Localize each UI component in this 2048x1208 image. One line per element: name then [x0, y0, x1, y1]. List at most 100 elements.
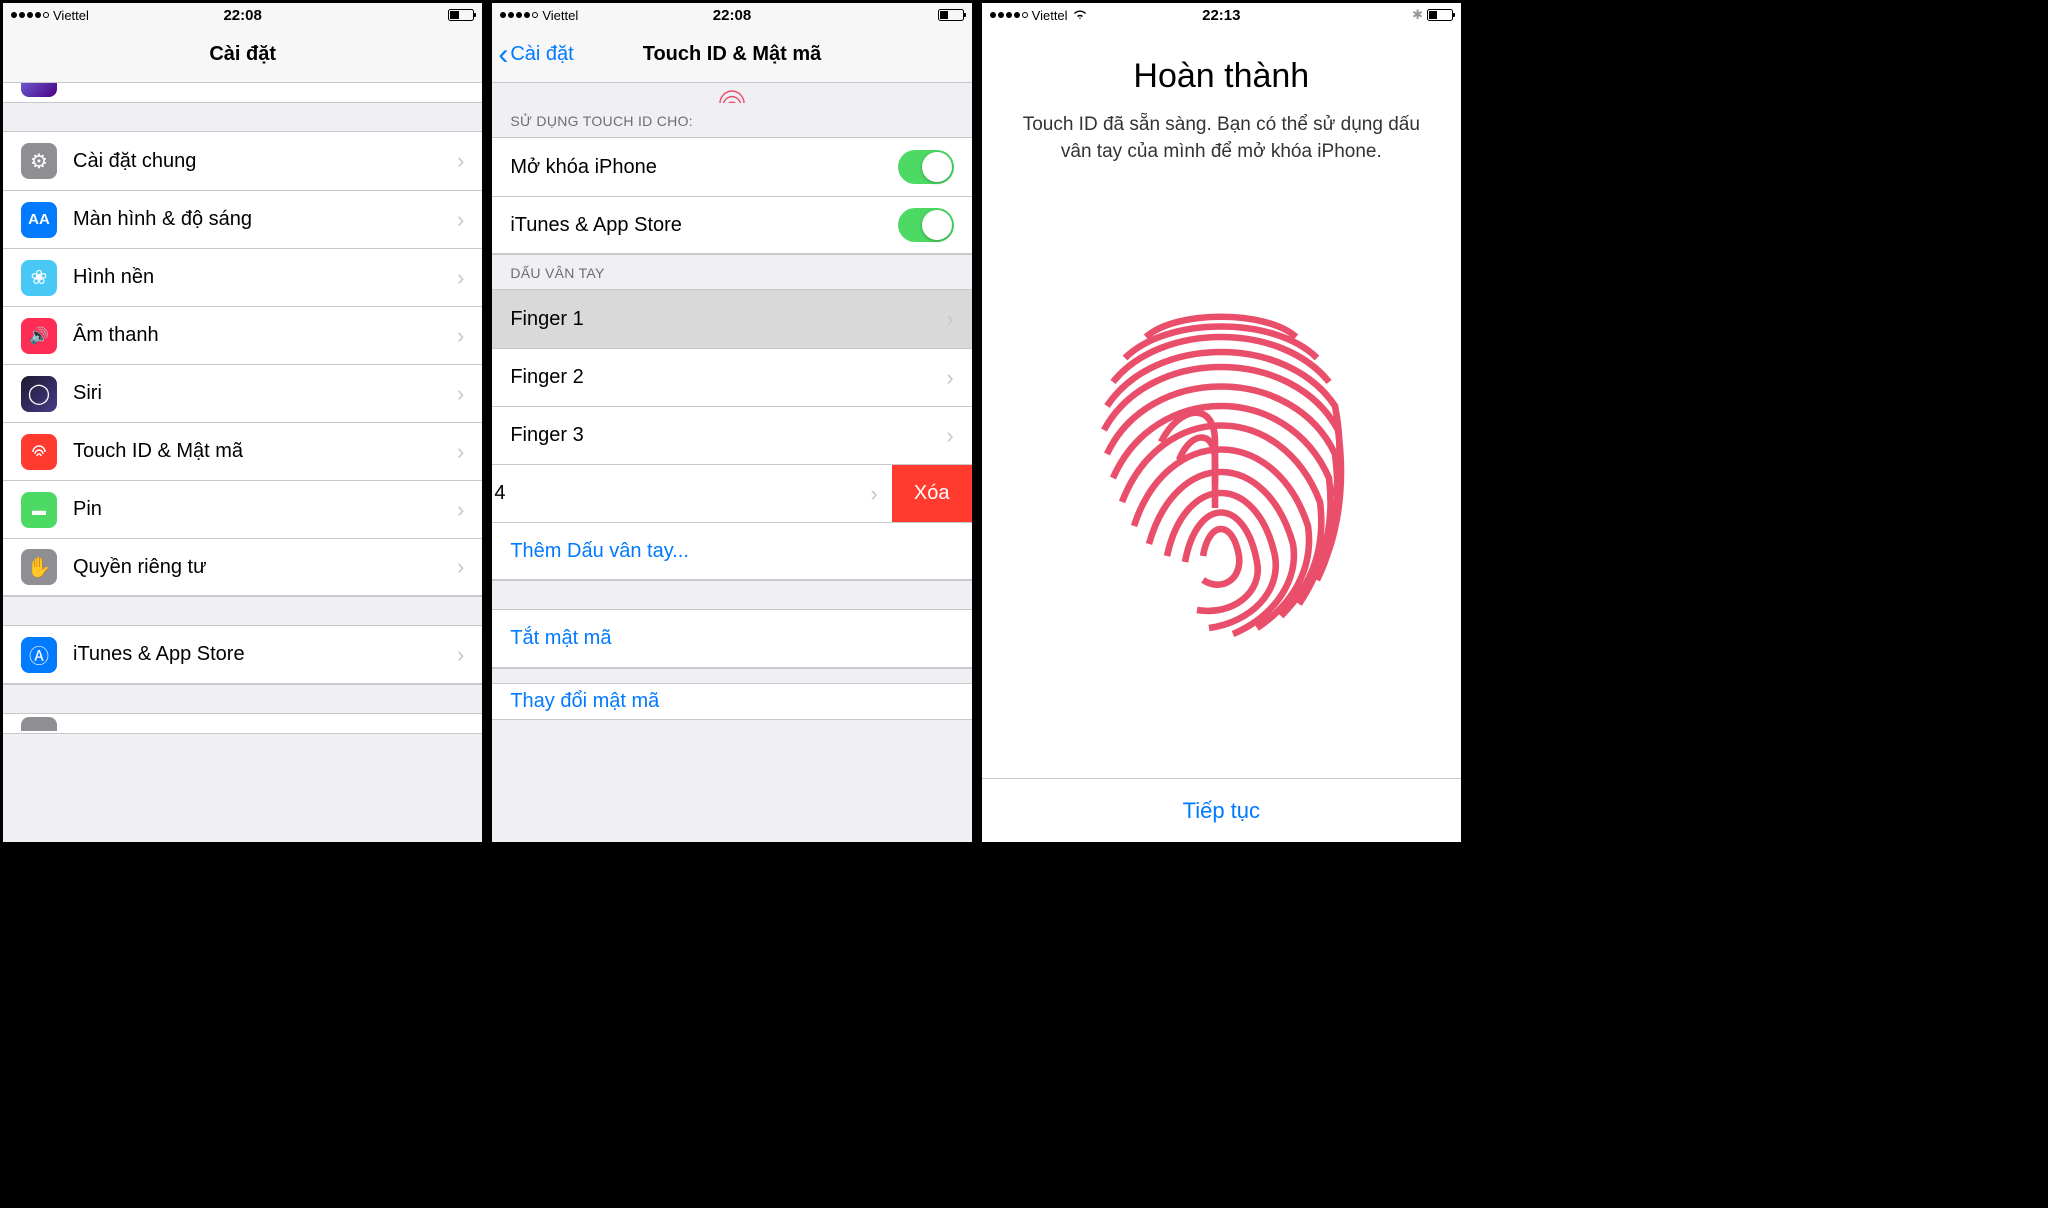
cell-label: Hình nền [73, 266, 457, 289]
cell-label: iTunes & App Store [510, 214, 897, 237]
change-passcode-button[interactable]: Thay đổi mật mã [492, 684, 971, 720]
list-item-itunes[interactable]: Ⓐ iTunes & App Store › [3, 626, 482, 684]
list-item-display[interactable]: AA Màn hình & độ sáng › [3, 190, 482, 248]
signal-icon [11, 12, 49, 18]
cell-label: Touch ID & Mật mã [73, 440, 457, 463]
signal-icon [500, 12, 538, 18]
toggle-switch[interactable] [898, 150, 954, 184]
fingerprint-icon [707, 83, 757, 103]
list-item-siri[interactable]: ◯ Siri › [3, 364, 482, 422]
add-fingerprint-button[interactable]: Thêm Dấu vân tay... [492, 522, 971, 580]
status-bar: Viettel 22:08 [3, 3, 482, 27]
gear-icon: ⚙ [21, 143, 57, 179]
battery-icon [1427, 9, 1453, 21]
list-item-truncated-bottom[interactable] [3, 714, 482, 734]
fingerprint-graphic [982, 165, 1461, 778]
delete-label: Xóa [914, 482, 950, 505]
nav-back-label: Cài đặt [510, 43, 573, 66]
battery-icon: ▬ [21, 492, 57, 528]
completion-header: Hoàn thành Touch ID đã sẵn sàng. Bạn có … [982, 27, 1461, 165]
list-item-battery[interactable]: ▬ Pin › [3, 480, 482, 538]
cell-label: Finger 1 [510, 308, 946, 331]
status-time: 22:13 [1202, 7, 1240, 24]
nav-title: Cài đặt [209, 43, 276, 66]
cell-label: Quyền riêng tư [73, 556, 457, 579]
nav-title: Touch ID & Mật mã [643, 43, 822, 66]
finger-item-3[interactable]: Finger 3 › [492, 406, 971, 464]
chevron-right-icon: › [457, 265, 464, 291]
signal-icon [990, 12, 1028, 18]
touchid-icon [21, 434, 57, 470]
cell-label: Mở khóa iPhone [510, 156, 897, 179]
appstore-icon: Ⓐ [21, 637, 57, 673]
screen-touchid-complete: Viettel 22:13 ✱ Hoàn thành Touch ID đã s… [979, 0, 1464, 845]
nav-bar: ‹ Cài đặt Touch ID & Mật mã [492, 27, 971, 83]
nav-bar: Cài đặt [3, 27, 482, 83]
nav-back-button[interactable]: ‹ Cài đặt [498, 43, 573, 66]
chevron-right-icon: › [457, 381, 464, 407]
chevron-right-icon: › [946, 423, 953, 449]
touchid-list[interactable]: SỬ DỤNG TOUCH ID CHO: Mở khóa iPhone iTu… [492, 83, 971, 842]
chevron-right-icon: › [946, 306, 953, 332]
list-item-wallpaper[interactable]: ❀ Hình nền › [3, 248, 482, 306]
status-time: 22:08 [713, 7, 751, 24]
list-item-truncated[interactable] [3, 83, 482, 103]
cell-label: Thêm Dấu vân tay... [510, 540, 953, 563]
unknown-icon [21, 717, 57, 731]
completion-description: Touch ID đã sẵn sàng. Bạn có thể sử dụng… [1018, 112, 1425, 165]
cell-label: Finger 3 [510, 424, 946, 447]
list-item-general[interactable]: ⚙ Cài đặt chung › [3, 132, 482, 190]
chevron-right-icon: › [457, 554, 464, 580]
chevron-right-icon: › [457, 148, 464, 174]
turn-off-passcode-button[interactable]: Tắt mật mã [492, 610, 971, 668]
cell-label: 4 [494, 482, 870, 505]
list-item-sound[interactable]: 🔊 Âm thanh › [3, 306, 482, 364]
status-bar: Viettel 22:13 ✱ [982, 3, 1461, 27]
section-header-fingerprints: DẤU VÂN TAY [492, 255, 971, 289]
chevron-right-icon: › [946, 365, 953, 391]
fingerprint-preview [492, 83, 971, 103]
cell-label: Âm thanh [73, 324, 457, 347]
carrier-label: Viettel [53, 8, 89, 23]
sound-icon: 🔊 [21, 318, 57, 354]
finger-item-4[interactable]: 4 › Xóa [492, 464, 971, 522]
carrier-label: Viettel [1032, 8, 1068, 23]
bluetooth-icon: ✱ [1412, 7, 1423, 23]
toggle-itunes-appstore: iTunes & App Store [492, 196, 971, 254]
fingerprint-icon [1071, 292, 1371, 652]
continue-button[interactable]: Tiếp tục [982, 778, 1461, 842]
list-item-privacy[interactable]: ✋ Quyền riêng tư › [3, 538, 482, 596]
cell-label: Pin [73, 498, 457, 521]
settings-list[interactable]: ⚙ Cài đặt chung › AA Màn hình & độ sáng … [3, 83, 482, 842]
cell-label: Màn hình & độ sáng [73, 208, 457, 231]
section-header-use-for: SỬ DỤNG TOUCH ID CHO: [492, 103, 971, 137]
delete-button[interactable]: Xóa [892, 465, 972, 522]
cell-label: Tắt mật mã [510, 627, 953, 650]
chevron-right-icon: › [870, 481, 877, 507]
cell-label: Thay đổi mật mã [510, 690, 953, 713]
screen-touchid-passcode: Viettel 22:08 ‹ Cài đặt Touch ID & Mật m… [489, 0, 974, 845]
wifi-icon [1072, 8, 1088, 23]
display-icon: AA [21, 202, 57, 238]
finger-item-1[interactable]: Finger 1 › [492, 290, 971, 348]
chevron-left-icon: ‹ [498, 47, 508, 62]
list-item-touchid[interactable]: Touch ID & Mật mã › [3, 422, 482, 480]
chevron-right-icon: › [457, 642, 464, 668]
status-time: 22:08 [223, 7, 261, 24]
toggle-switch[interactable] [898, 208, 954, 242]
toggle-unlock-iphone: Mở khóa iPhone [492, 138, 971, 196]
battery-icon [448, 9, 474, 21]
privacy-icon: ✋ [21, 549, 57, 585]
screen-settings: Viettel 22:08 Cài đặt ⚙ Cài đặt chung › … [0, 0, 485, 845]
carrier-label: Viettel [542, 8, 578, 23]
chevron-right-icon: › [457, 207, 464, 233]
finger-item-2[interactable]: Finger 2 › [492, 348, 971, 406]
cell-label: Cài đặt chung [73, 150, 457, 173]
chevron-right-icon: › [457, 323, 464, 349]
cell-label: iTunes & App Store [73, 643, 457, 666]
chevron-right-icon: › [457, 497, 464, 523]
completion-title: Hoàn thành [1018, 57, 1425, 96]
status-bar: Viettel 22:08 [492, 3, 971, 27]
continue-label: Tiếp tục [1183, 798, 1260, 824]
cell-label: Finger 2 [510, 366, 946, 389]
